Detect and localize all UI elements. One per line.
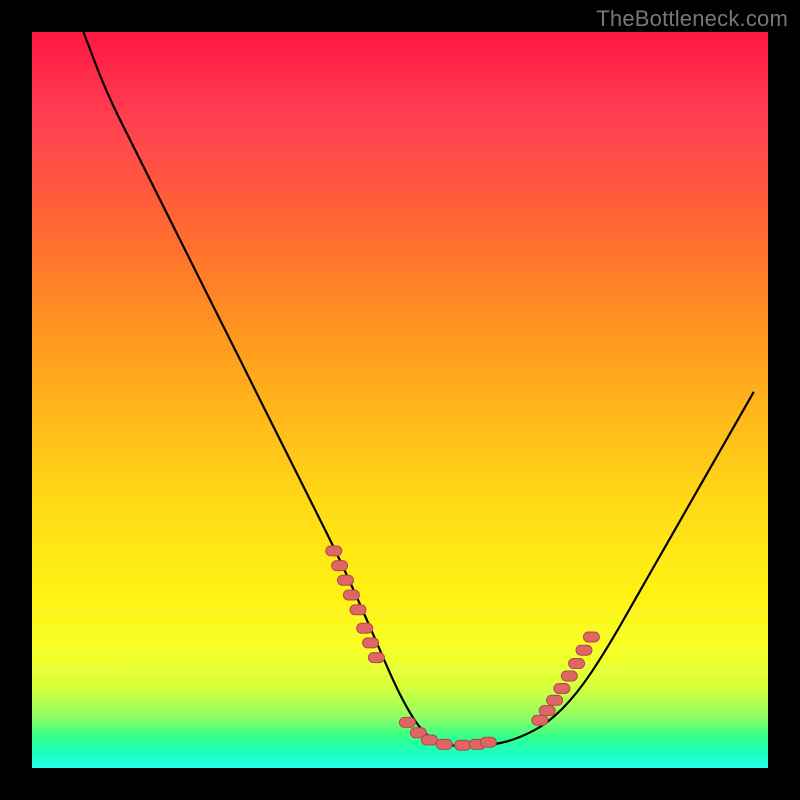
data-marker — [532, 715, 548, 725]
curve-layer — [32, 32, 768, 768]
data-marker — [338, 575, 354, 585]
bottleneck-curve — [84, 32, 754, 746]
data-marker — [421, 735, 437, 745]
data-marker — [363, 638, 379, 648]
data-marker — [357, 623, 373, 633]
data-marker — [326, 546, 342, 556]
data-marker — [561, 671, 577, 681]
data-marker — [554, 684, 570, 694]
data-marker — [569, 659, 585, 669]
data-marker — [399, 717, 415, 727]
data-marker — [583, 632, 599, 642]
data-marker — [343, 590, 359, 600]
data-marker — [539, 706, 555, 716]
data-marker — [480, 737, 496, 747]
plot-area — [32, 32, 768, 768]
watermark-text: TheBottleneck.com — [596, 6, 788, 32]
chart-frame — [32, 32, 768, 768]
data-marker — [350, 605, 366, 615]
data-marker — [436, 739, 452, 749]
data-marker — [332, 561, 348, 571]
data-marker — [368, 653, 384, 663]
data-marker — [547, 695, 563, 705]
data-markers — [326, 546, 600, 750]
data-marker — [576, 645, 592, 655]
data-marker — [455, 740, 471, 750]
